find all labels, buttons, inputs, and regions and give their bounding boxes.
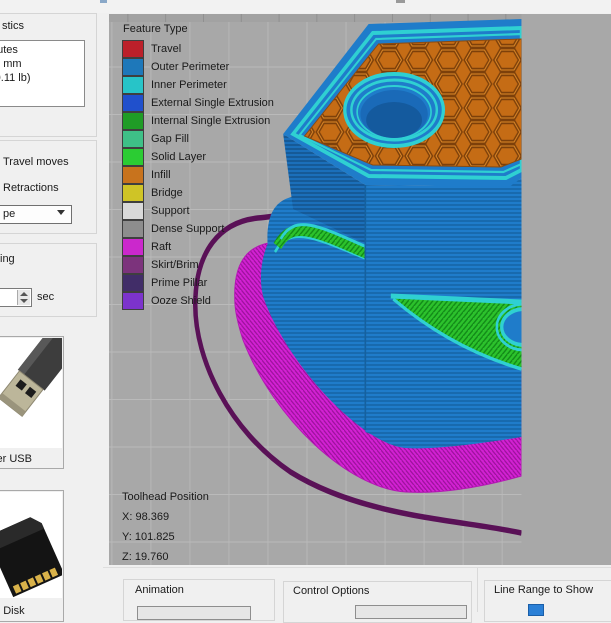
legend-item-internal-single-extrusion: Internal Single Extrusion [122, 112, 274, 130]
toolhead-position-readout: Toolhead Position X: 98.369 Y: 101.825 Z… [122, 487, 209, 567]
infill-swatch [122, 166, 144, 184]
legend-title: Feature Type [123, 23, 274, 35]
toolhead-x: X: 98.369 [122, 507, 209, 527]
gap-fill-swatch [122, 130, 144, 148]
travel-moves-checkbox-label[interactable]: Travel moves [3, 156, 69, 168]
legend-item-raft: Raft [122, 238, 274, 256]
external-single-extrusion-swatch [122, 94, 144, 112]
sd-button-caption: to Disk [0, 605, 25, 617]
control-options-button[interactable] [355, 605, 467, 619]
chevron-down-icon [57, 210, 65, 215]
toolhead-title: Toolhead Position [122, 487, 209, 507]
panel-divider [477, 568, 478, 612]
print-over-usb-button[interactable]: ver USB [0, 336, 64, 469]
legend-item-bridge: Bridge [122, 184, 274, 202]
stat-line-filament: .4 mm [0, 57, 84, 71]
toolhead-y: Y: 101.825 [122, 527, 209, 547]
seconds-spinner[interactable] [0, 288, 32, 307]
toolbar-fragment-icon [100, 0, 107, 3]
cropped-toolbar-strip [0, 0, 611, 13]
legend-item-prime-pillar: Prime Pillar [122, 274, 274, 292]
inner-perimeter-swatch [122, 76, 144, 94]
statistics-readout: nutes .4 mm (0.11 lb) [0, 40, 85, 107]
skirt-brim-swatch [122, 256, 144, 274]
playback-controls-panel: Animation Control Options Line Range to … [103, 567, 611, 612]
dropdown-value: pe [3, 208, 15, 220]
legend-item-outer-perimeter: Outer Perimeter [122, 58, 274, 76]
legend-item-support: Support [122, 202, 274, 220]
toolbar-fragment-icon [396, 0, 405, 3]
prime-pillar-swatch [122, 274, 144, 292]
internal-single-extrusion-swatch [122, 112, 144, 130]
legend-item-skirt-brim: Skirt/Brim [122, 256, 274, 274]
toolhead-z: Z: 19.760 [122, 547, 209, 567]
spinner-unit-label: sec [37, 291, 54, 303]
support-swatch [122, 202, 144, 220]
legend-item-travel: Travel [122, 40, 274, 58]
animation-play-button[interactable] [137, 606, 251, 620]
lower-step-hole [497, 304, 551, 350]
legend-item-dense-support: Dense Support [122, 220, 274, 238]
travel-swatch [122, 40, 144, 58]
legend-item-solid-layer: Solid Layer [122, 148, 274, 166]
ooze-shield-swatch [122, 292, 144, 310]
outer-perimeter-swatch [122, 58, 144, 76]
bridge-swatch [122, 184, 144, 202]
usb-button-caption: ver USB [0, 453, 32, 465]
toolpath-preview-viewport[interactable]: Feature Type Travel Outer Perimeter Inne… [109, 14, 611, 565]
stat-line-minutes: nutes [0, 43, 84, 57]
control-options-group-label: Control Options [293, 585, 369, 597]
dense-support-swatch [122, 220, 144, 238]
statistics-group-label: stics [2, 20, 24, 32]
line-range-group-label: Line Range to Show [494, 584, 593, 596]
sd-card-image [0, 492, 62, 598]
legend-item-external-single-extrusion: External Single Extrusion [122, 94, 274, 112]
spinner-up-icon [20, 292, 28, 296]
legend-item-gap-fill: Gap Fill [122, 130, 274, 148]
color-scheme-dropdown[interactable]: pe [0, 205, 72, 224]
feature-type-legend: Feature Type Travel Outer Perimeter Inne… [122, 23, 274, 310]
center-hole [345, 74, 444, 146]
solid-layer-swatch [122, 148, 144, 166]
line-range-slider-handle[interactable] [528, 604, 544, 616]
save-toolpaths-to-disk-button[interactable]: to Disk [0, 490, 64, 622]
line-range-groupbox: Line Range to Show [484, 580, 611, 622]
usb-plug-image [0, 338, 62, 448]
spinner-down-icon [20, 299, 28, 303]
animation-group-label: Animation [135, 584, 184, 596]
retractions-checkbox-label[interactable]: Retractions [3, 182, 59, 194]
spinner-buttons[interactable] [17, 290, 30, 305]
raft-swatch [122, 238, 144, 256]
legend-item-inner-perimeter: Inner Perimeter [122, 76, 274, 94]
stat-line-weight: (0.11 lb) [0, 71, 84, 85]
animation-settings-label: ing [0, 253, 15, 265]
legend-item-ooze-shield: Ooze Shield [122, 292, 274, 310]
legend-item-infill: Infill [122, 166, 274, 184]
